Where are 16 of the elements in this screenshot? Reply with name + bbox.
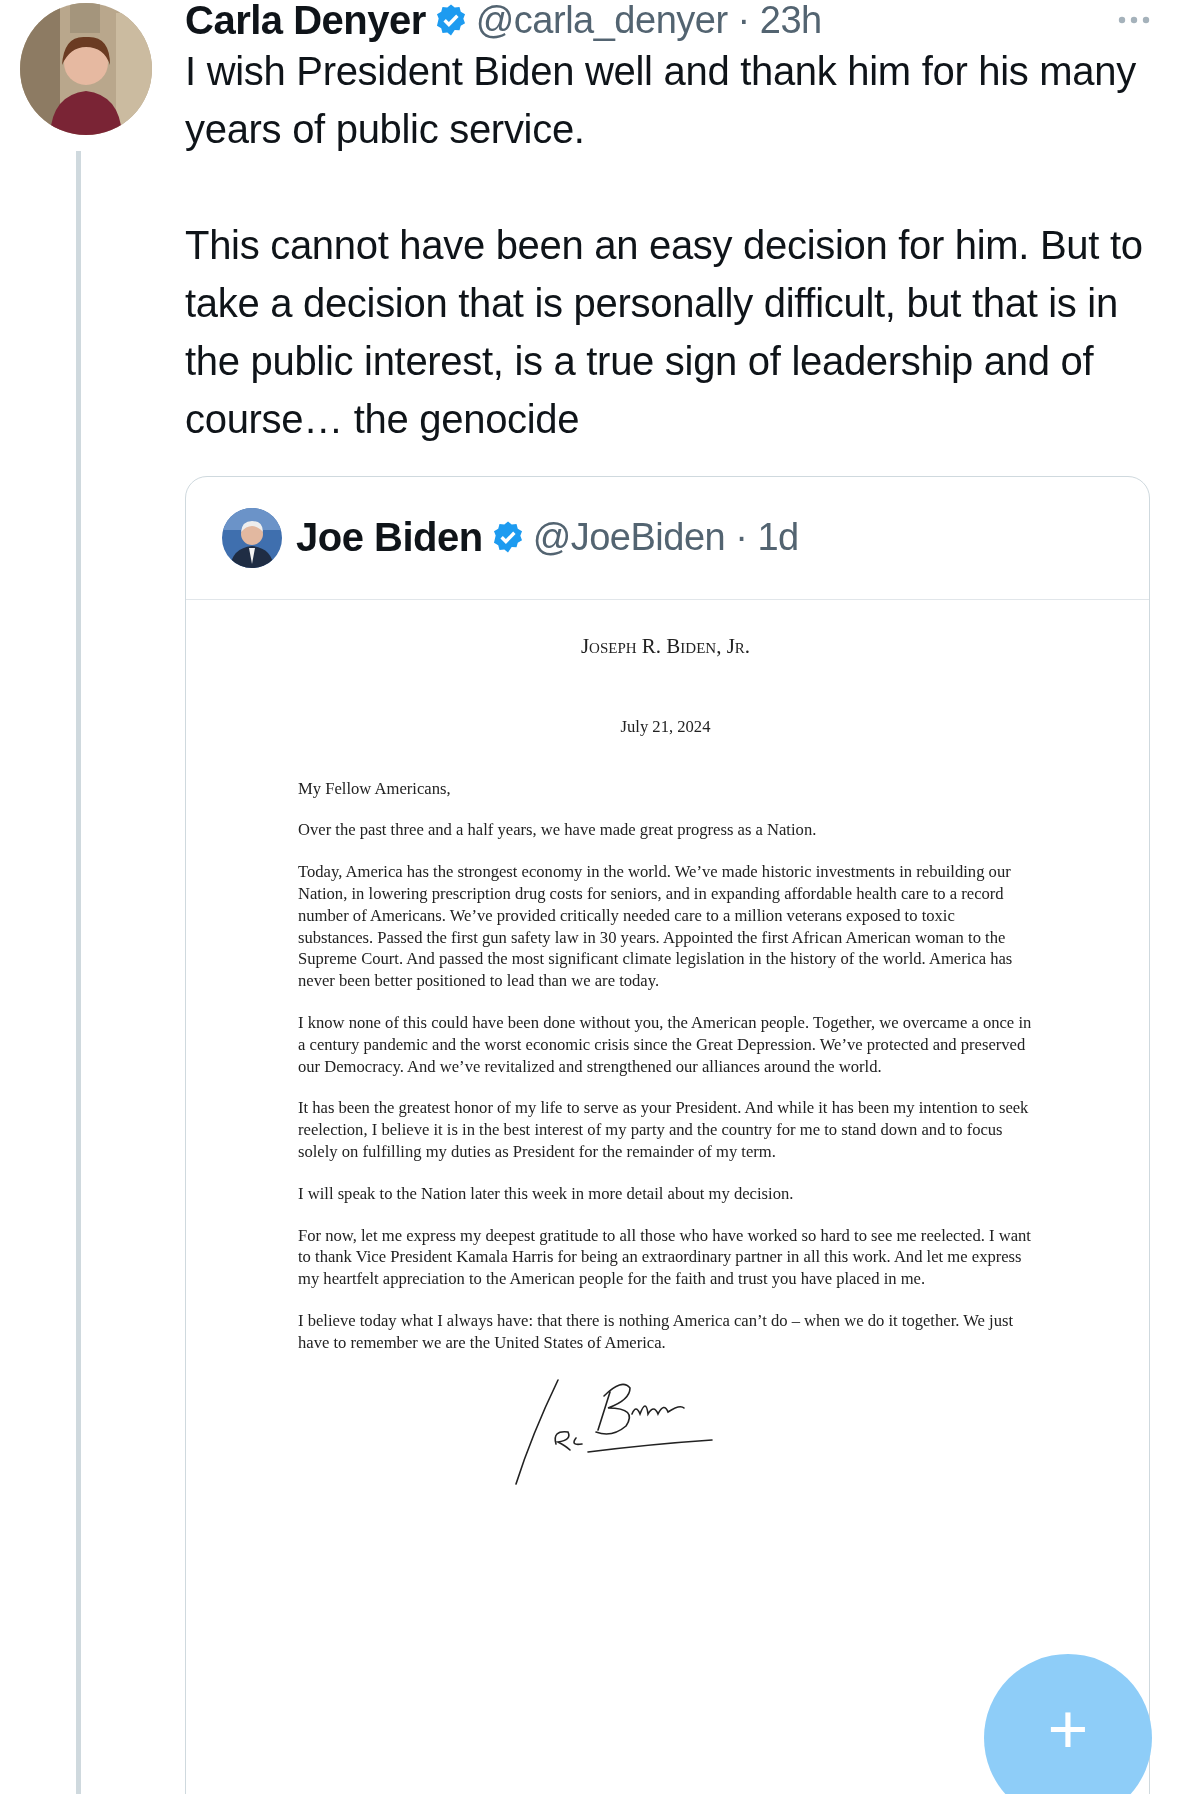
letter-paragraph: I know none of this could have been done without you, the American people. Together, we overcame a once in a century pandemic and the worst economic crisis since the Great Depression. We’ve protected and preserved our Democracy. And we’ve revitalized and strengthened our alliances around the world.	[298, 1011, 1033, 1078]
letter-date: July 21, 2024	[619, 715, 712, 738]
letter-paragraph: I believe today what I always have: that there is nothing America can’t do – when we do it together. We just have to remember we are the United States of America.	[298, 1309, 1015, 1354]
tweet-text: This cannot have been an easy decision for him. But to take a decision that is personally difficult, but that is in the public interest, is a true sign of leadership and of course… the genocide	[185, 222, 1144, 443]
letter-paragraph: For now, let me express my deepest gratitude to all those who have worked so hard to see me reelected. I want to thank Vice President Kamala Harris for being an extraordinary partner in all this work. And let me express my heartfelt appreciation to the American people for the faith and trust you have placed in me.	[298, 1224, 1032, 1290]
letter-paragraph: I will speak to the Nation later this week in more detail about my decision.	[298, 1182, 795, 1205]
letter-heading: Joseph R. Biden, Jr.	[579, 636, 752, 658]
letter-paragraph: It has been the greatest honor of my life to serve as your President. And while it has been my intention to seek reelection, I believe it is in the best interest of my party and the country for me to stand down and to focus solely on fulfilling my duties as President for the remainder of my term.	[298, 1097, 1030, 1163]
author-name[interactable]: Joe Biden	[296, 517, 483, 557]
author-handle[interactable]: @carla_denyer · 23h	[475, 1, 822, 39]
author-handle[interactable]: @JoeBiden · 1d	[532, 518, 799, 556]
author-name[interactable]: Carla Denyer	[185, 0, 426, 40]
letter-paragraph: Today, America has the strongest economy in the world. We’ve made historic investments in rebuilding our Nation, in lowering prescription drug costs for seniors, and in expanding affordable health care to a record number of Americans. We’ve provided critically needed care to a million veterans exposed to toxic substances. Passed the first gun safety law in 30 years. Appointed the first African American woman to the Supreme Court. And passed the most significant climate legislation in the history of the world. America has never been better positioned to lead than we are today.	[298, 861, 1014, 992]
letter-salutation: My Fellow Americans,	[298, 777, 452, 800]
letter-paragraph: Over the past three and a half years, we have made great progress as a Nation.	[298, 819, 818, 842]
tweet-text: I wish President Biden well and thank him for his many years of public service.	[185, 48, 1137, 153]
